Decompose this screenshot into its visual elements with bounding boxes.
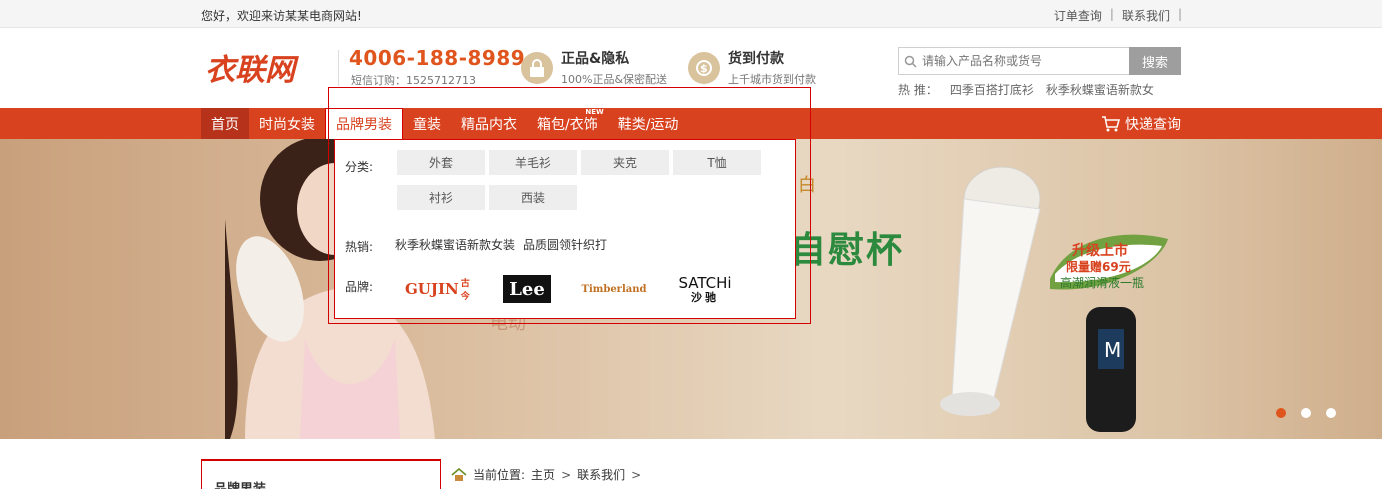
promo-line: 高潮润滑液一瓶 [1060,276,1145,290]
carousel-dots [1276,408,1336,418]
category-item[interactable]: 衬衫 [397,185,485,210]
promo-line: 限量赠69元 [1066,260,1131,274]
brand-list: GUJIN 古今 Lee Timberland SATCHi 沙驰 [405,274,733,304]
hot-search: 热 推： 四季百搭打底衫 秋季秋蝶蜜语新款女 [898,81,1154,98]
hot-sale-link[interactable]: 秋季秋蝶蜜语新款女装 [395,236,515,253]
category-item[interactable]: 羊毛衫 [489,150,577,175]
feature-authentic: 正品&隐私 100%正品&保密配送 [521,48,667,87]
site-logo[interactable]: 衣联网 [203,48,321,90]
nav-item-womens[interactable]: 时尚女装 [249,108,325,139]
nav-item-lingerie[interactable]: 精品内衣 [451,108,527,139]
divider: | [1109,7,1114,21]
header-divider [338,50,339,86]
product-image [940,166,1041,416]
brand-timberland-logo[interactable]: Timberland [579,274,649,304]
brand-satchi-cn: 沙驰 [691,290,719,304]
search-box [898,47,1129,75]
feature-cod: $ 货到付款 上千城市货到付款 [688,48,816,87]
brand-satchi-logo[interactable]: SATCHi 沙驰 [677,274,733,304]
search-button[interactable]: 搜索 [1129,47,1181,75]
carousel-dot[interactable] [1326,408,1336,418]
category-item[interactable]: 外套 [397,150,485,175]
category-item[interactable]: 西装 [489,185,577,210]
search-bar: 搜索 [898,47,1181,75]
logo-text: 衣联网 [205,53,299,88]
carousel-dot[interactable] [1301,408,1311,418]
category-list: 外套 羊毛衫 夹克 T恤 衬衫 西装 [397,150,767,210]
nav-item-home[interactable]: 首页 [201,108,249,139]
search-input[interactable] [922,54,1122,68]
hot-search-link[interactable]: 四季百搭打底衫 [950,81,1034,98]
category-item[interactable]: T恤 [673,150,761,175]
feature-desc: 上千城市货到付款 [728,73,816,86]
brand-satchi-latin: SATCHi [678,273,732,292]
chevron-right-icon: > [561,467,572,482]
breadcrumb: 当前位置: 主页 > 联系我们 > [451,466,641,483]
nav-item-shoes[interactable]: 鞋类/运动 [608,108,689,139]
hot-sale-list: 秋季秋蝶蜜语新款女装 品质圆领针织打 [395,236,607,253]
top-links: 订单查询 | 联系我们 | [1054,7,1182,24]
breadcrumb-home-link[interactable]: 主页 [531,466,555,483]
svg-text:M: M [1104,338,1121,362]
hotline-number: 4006-188-8989 [349,46,526,70]
hot-sale-label: 热销: [345,240,374,254]
brand-lee-logo[interactable]: Lee [503,275,551,303]
home-icon [451,467,467,481]
order-query-link[interactable]: 订单查询 [1054,7,1102,24]
promo-line: 升级上市 [1072,243,1128,259]
brand-gujin-cn: 古今 [460,279,470,302]
nav-item-bags[interactable]: 箱包/衣饰 NEW [527,108,608,139]
brand-gujin-logo[interactable]: GUJIN 古今 [405,274,475,304]
feature-title: 货到付款 [728,51,784,67]
brand-gujin-latin: GUJIN [405,280,459,298]
hot-search-link[interactable]: 秋季秋蝶蜜语新款女 [1046,81,1154,98]
lube-bottle-image: M [1086,307,1136,432]
logo-mark: 衣联网 [205,53,299,88]
sidebar-title: 品牌男装 [214,478,266,489]
contact-us-link[interactable]: 联系我们 [1122,7,1170,24]
nav-item-mens-brands[interactable]: 品牌男装 [325,108,403,139]
sidebar-category-box: 品牌男装 [201,459,441,489]
chevron-right-icon: > [631,467,642,482]
breadcrumb-label: 当前位置: [473,468,526,482]
sms-order-text: 短信订购：1525712713 [351,74,476,87]
main-nav: 首页 时尚女装 品牌男装 童装 精品内衣 箱包/衣饰 NEW 鞋类/运动 快递查… [0,108,1382,139]
category-label: 分类: [345,160,374,174]
brand-label: 品牌: [345,280,374,294]
money-icon: $ [688,51,720,84]
mens-brands-dropdown: 分类: 外套 羊毛衫 夹克 T恤 衬衫 西装 热销: 秋季秋蝶蜜语新款女装 品质… [334,139,796,319]
category-item[interactable]: 夹克 [581,150,669,175]
feature-title: 正品&隐私 [561,51,630,67]
hot-sale-link[interactable]: 品质圆领针织打 [523,236,607,253]
nav-item-kids[interactable]: 童装 [403,108,451,139]
feature-desc: 100%正品&保密配送 [561,73,668,86]
nav-item-bags-label: 箱包/衣饰 [537,116,598,133]
carousel-dot[interactable] [1276,408,1286,418]
hot-search-label: 热 推： [898,83,938,97]
new-badge: NEW [585,108,604,116]
express-query-label: 快递查询 [1125,116,1181,133]
promo-tag: 升级上市 限量赠69元 高潮润滑液一瓶 [1050,234,1170,294]
search-icon [904,55,917,68]
divider: | [1177,7,1182,21]
express-query[interactable]: 快递查询 [1101,108,1181,139]
cart-icon [1102,115,1120,131]
breadcrumb-current[interactable]: 联系我们 [577,466,625,483]
svg-text:$: $ [700,62,708,75]
banner-slogan: 自慰杯 [790,230,905,271]
banner-slogan-top: 白 [798,175,816,196]
lock-icon [521,51,553,84]
top-bar: 您好，欢迎来访某某电商网站! 订单查询 | 联系我们 | [0,0,1382,28]
welcome-text: 您好，欢迎来访某某电商网站! [201,9,362,23]
